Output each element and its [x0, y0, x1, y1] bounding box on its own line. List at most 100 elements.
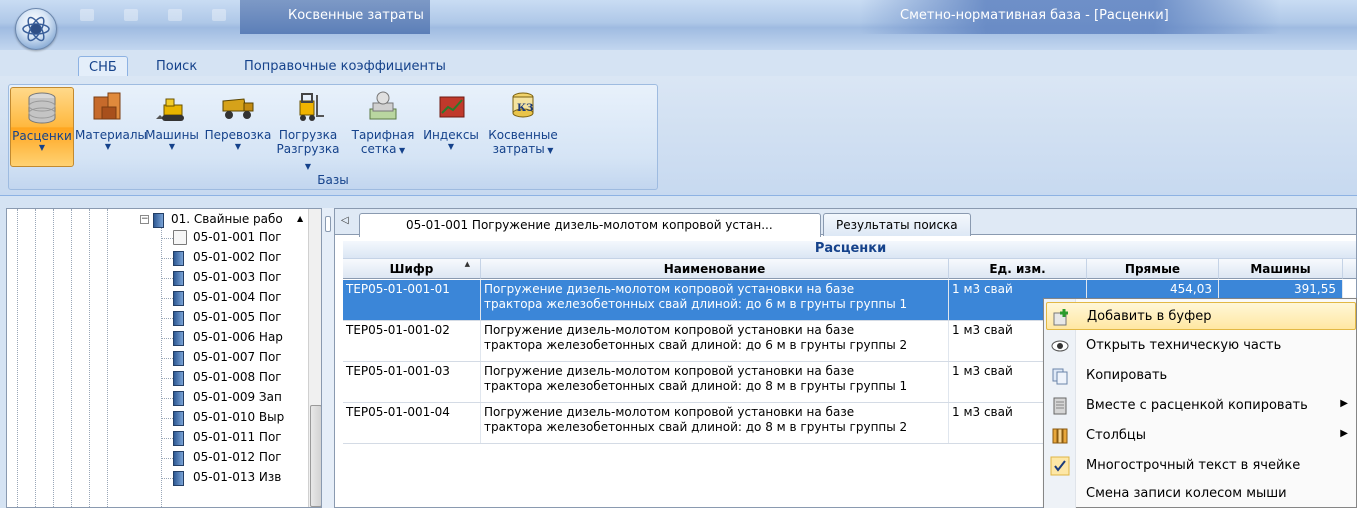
tree-connector: [161, 258, 173, 259]
window-title: Сметно-нормативная база - [Расценки]: [900, 8, 1169, 23]
qat-undo-icon[interactable]: [124, 9, 138, 21]
qat-save-icon[interactable]: [80, 9, 94, 21]
grid-band-title: Расценки: [343, 241, 1356, 259]
scroll-up-icon[interactable]: ▲: [297, 214, 303, 223]
dropdown-arrow-icon: ▼: [234, 142, 242, 151]
collapse-icon[interactable]: −: [140, 215, 149, 224]
tree-scrollbar[interactable]: [308, 209, 321, 507]
tree-node[interactable]: 05-01-008 Пог: [7, 369, 307, 387]
tree-node-label: 05-01-001 Пог: [193, 230, 282, 244]
menu-item-open-technical-part[interactable]: Открыть техническую часть: [1046, 332, 1356, 360]
tree-node[interactable]: 05-01-010 Выр: [7, 409, 307, 427]
cell-name[interactable]: Погружение дизель-молотом копровой устан…: [481, 362, 949, 402]
context-tab-title: Косвенные затраты: [240, 0, 430, 34]
tree-node[interactable]: 05-01-012 Пог: [7, 449, 307, 467]
column-header-unit[interactable]: Ед. изм.: [949, 259, 1087, 279]
ribbon-group-label: Базы: [317, 173, 349, 187]
tree-node-label: 05-01-007 Пог: [193, 350, 282, 364]
cell-name-line: трактора железобетонных свай длиной: до …: [484, 338, 908, 352]
ribbon-group-bases: Расценки ▼ Материалы ▼ Машины ▼ Перевозк…: [8, 84, 658, 190]
qat-redo-icon[interactable]: [168, 9, 182, 21]
cell-name-line: Погружение дизель-молотом копровой устан…: [484, 282, 855, 296]
ribbon-button-machines[interactable]: Машины ▼: [143, 87, 201, 167]
ribbon-button-indexes[interactable]: Индексы ▼: [421, 87, 481, 167]
context-menu: Добавить в буфер Открыть техническую част…: [1043, 298, 1357, 508]
ribbon-button-indirect-costs[interactable]: КЗ Косвенные затраты ▼: [483, 87, 563, 167]
tree-connector: [161, 298, 173, 299]
splitter-grip-icon[interactable]: [325, 216, 331, 232]
tree-connector: [161, 238, 173, 239]
menu-item-copy-with-rate[interactable]: Вместе с расценкой копировать ▶: [1046, 392, 1356, 420]
tree-node[interactable]: 05-01-001 Пог: [7, 229, 307, 247]
cell-code[interactable]: ТЕР05-01-001-04: [343, 403, 481, 443]
document-icon: [173, 431, 184, 446]
add-to-buffer-icon: [1051, 307, 1071, 327]
document-icon: [173, 351, 184, 366]
ribbon-button-transport[interactable]: Перевозка ▼: [203, 87, 273, 167]
cell-name[interactable]: Погружение дизель-молотом копровой устан…: [481, 321, 949, 361]
scrollbar-thumb[interactable]: [310, 405, 321, 507]
tree-node[interactable]: 05-01-009 Зап: [7, 389, 307, 407]
tab-scroll-left-icon[interactable]: ◁: [341, 215, 349, 226]
tree-node[interactable]: 05-01-007 Пог: [7, 349, 307, 367]
copy-icon: [1050, 366, 1070, 386]
ribbon-button-label: Индексы: [423, 128, 479, 142]
cell-code[interactable]: ТЕР05-01-001-02: [343, 321, 481, 361]
chart-icon: [433, 89, 469, 125]
tab-search-results[interactable]: Результаты поиска: [823, 213, 971, 236]
tree-node[interactable]: 05-01-013 Изв: [7, 469, 307, 487]
title-bar: Косвенные затраты Сметно-нормативная баз…: [0, 0, 1357, 50]
cell-code[interactable]: ТЕР05-01-001-03: [343, 362, 481, 402]
tree-node[interactable]: 05-01-003 Пог: [7, 269, 307, 287]
ribbon-button-label: Машины: [145, 128, 199, 142]
tree-node[interactable]: 05-01-005 Пог: [7, 309, 307, 327]
column-header-machines[interactable]: Машины: [1219, 259, 1343, 279]
menu-item-multiline-text[interactable]: Многострочный текст в ячейке: [1046, 452, 1356, 480]
tree-node-label: 05-01-006 Нар: [193, 330, 283, 344]
database-icon: [24, 90, 60, 126]
tab-rate-05-01-001[interactable]: 05-01-001 Погружение дизель-молотом копр…: [359, 213, 821, 237]
menu-item-copy[interactable]: Копировать: [1046, 362, 1356, 390]
tree-node[interactable]: 05-01-002 Пог: [7, 249, 307, 267]
menu-item-add-to-buffer[interactable]: Добавить в буфер: [1046, 302, 1356, 330]
ribbon-button-materials[interactable]: Материалы ▼: [75, 87, 147, 167]
qat-dropdown-icon[interactable]: [212, 9, 226, 21]
ribbon-button-loading[interactable]: Погрузка Разгрузка ▼: [275, 87, 341, 171]
menu-item-label: Вместе с расценкой копировать: [1086, 398, 1308, 413]
tree-view[interactable]: − 01. Свайные рабо ▲ 05-01-001 Пог 05-01-…: [6, 208, 322, 508]
column-header-direct[interactable]: Прямые: [1087, 259, 1219, 279]
tree-connector: [161, 278, 173, 279]
tree-connector: [161, 378, 173, 379]
app-menu-button[interactable]: [15, 8, 57, 50]
tab-correction-coefficients[interactable]: Поправочные коэффициенты: [234, 56, 456, 78]
ribbon-button-label: Тарифная: [351, 128, 415, 142]
menu-item-columns[interactable]: Столбцы ▶: [1046, 422, 1356, 450]
bricks-icon: [90, 89, 126, 125]
tree-node-label: 05-01-011 Пог: [193, 430, 282, 444]
menu-item-label: Открыть техническую часть: [1086, 338, 1282, 353]
tree-node[interactable]: 05-01-006 Нар: [7, 329, 307, 347]
cell-name[interactable]: Погружение дизель-молотом копровой устан…: [481, 280, 949, 320]
panel-splitter[interactable]: [322, 208, 334, 508]
dropdown-arrow-icon: ▼: [168, 142, 176, 151]
ribbon-button-tariff-grid[interactable]: Тарифная сетка ▼: [347, 87, 419, 167]
cell-code[interactable]: ТЕР05-01-001-01: [343, 280, 481, 320]
cell-name[interactable]: Погружение дизель-молотом копровой устан…: [481, 403, 949, 443]
tab-snb[interactable]: СНБ: [78, 56, 128, 78]
tree-node[interactable]: 05-01-011 Пог: [7, 429, 307, 447]
dropdown-arrow-icon: ▼: [447, 142, 455, 151]
column-header-name[interactable]: Наименование: [481, 259, 949, 279]
tree-node[interactable]: 05-01-004 Пог: [7, 289, 307, 307]
menu-item-mouse-wheel-record-change[interactable]: Смена записи колесом мыши: [1046, 480, 1356, 508]
cell-name-line: Погружение дизель-молотом копровой устан…: [484, 364, 855, 378]
tab-search[interactable]: Поиск: [146, 56, 207, 78]
ribbon-button-label: Расценки: [12, 129, 72, 143]
column-header-code[interactable]: Шифр ▲: [343, 259, 481, 279]
tree-connector: [161, 338, 173, 339]
ribbon-button-label: Перевозка: [204, 128, 272, 142]
menu-item-label: Смена записи колесом мыши: [1086, 486, 1287, 501]
menu-item-label: Добавить в буфер: [1087, 309, 1212, 324]
ribbon-button-rates[interactable]: Расценки ▼: [10, 87, 74, 167]
column-header-label: Шифр: [389, 262, 434, 276]
tree-node-parent[interactable]: − 01. Свайные рабо ▲: [7, 211, 307, 229]
